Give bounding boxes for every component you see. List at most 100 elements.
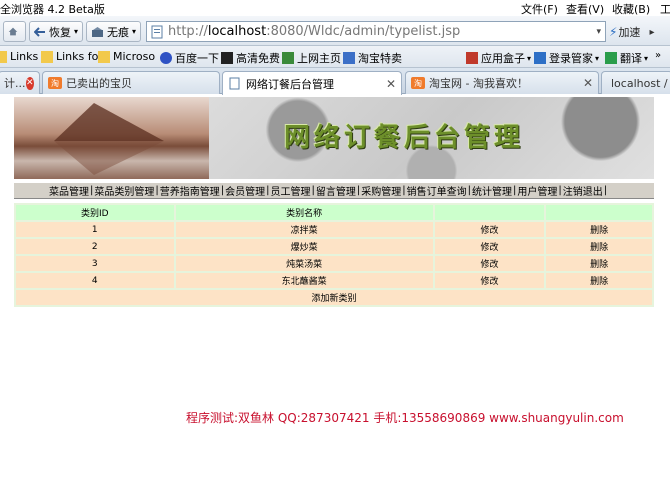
tab-label: 淘宝网 - 淘我喜欢！ (429, 77, 528, 90)
nav-user-management[interactable]: 用户管理 (517, 183, 557, 198)
bookmark-links-fo[interactable]: Links fo (41, 50, 98, 63)
speed-label: 加速 (618, 26, 641, 39)
table-row: 4 东北蘸酱菜 修改 删除 (16, 273, 652, 288)
cell-id: 1 (16, 222, 174, 237)
folder-icon (0, 50, 7, 63)
nav-nutrition-guide[interactable]: 营养指南管理 (160, 183, 220, 198)
url-host: localhost (207, 24, 267, 39)
close-icon[interactable]: ✕ (583, 76, 593, 90)
forward-arrow-icon[interactable]: ▸ (649, 27, 654, 38)
home-button[interactable] (3, 21, 26, 42)
add-category-link[interactable]: 添加新类别 (16, 290, 652, 305)
url-prefix: http:// (168, 24, 208, 39)
column-header-id: 类别ID (16, 205, 174, 220)
site-banner: 网络订餐后台管理 (14, 97, 654, 179)
menu-favorites[interactable]: 收藏(B) (612, 1, 650, 17)
bookmark-label: 应用盒子 (481, 52, 525, 65)
bookmark-microsoft[interactable]: Microso (98, 50, 155, 63)
bookmarks-bar: Links Links fo Microso 百度一下 高清免费 上网主页 淘宝… (0, 46, 670, 68)
house-icon (282, 52, 294, 64)
page-icon (151, 25, 163, 38)
tab-label: 网络订餐后台管理 (246, 77, 334, 91)
tab-label: 已卖出的宝贝 (66, 77, 132, 90)
edit-link[interactable]: 修改 (434, 222, 545, 237)
table-header-row: 类别ID 类别名称 (16, 205, 652, 220)
back-button[interactable]: 恢复 ▾ (29, 21, 83, 42)
window-titlebar: 全浏览器 4.2 Beta版 文件(F) 查看(V) 收藏(B) 工 (0, 0, 670, 16)
menu-tools[interactable]: 工 (660, 1, 670, 17)
tab-taobao[interactable]: 淘 淘宝网 - 淘我喜欢！ ✕ (405, 71, 599, 94)
folder-icon (41, 50, 53, 63)
bookmark-translate[interactable]: 翻译 ▾ (605, 50, 648, 66)
bookmark-label: 登录管家 (549, 52, 593, 65)
nav-employee-management[interactable]: 员工管理 (271, 183, 311, 198)
bookmark-hd-free[interactable]: 高清免费 (221, 50, 280, 66)
bookmark-baidu[interactable]: 百度一下 (160, 50, 219, 66)
web-page: 网络订餐后台管理 菜品管理 | 菜品类别管理 | 营养指南管理 | 会员管理 | 员工管… (0, 95, 670, 487)
edit-link[interactable]: 修改 (434, 273, 545, 288)
nav-purchase-management[interactable]: 采购管理 (361, 183, 401, 198)
cell-name: 炖菜汤菜 (175, 256, 433, 271)
taobao-icon: 淘 (411, 77, 425, 89)
nav-sales-order-query[interactable]: 销售订单查询 (407, 183, 467, 198)
back-arrow-icon (34, 26, 45, 37)
close-icon[interactable]: ✕ (386, 77, 396, 91)
address-bar[interactable]: http://localhost:8080/Wldc/admin/typelis… (146, 21, 606, 42)
close-icon[interactable]: ✕ (25, 76, 34, 90)
nav-member-management[interactable]: 会员管理 (225, 183, 265, 198)
bookmark-label: 翻译 (620, 52, 642, 65)
footer-credits: 程序测试:双鱼林 QQ:287307421 手机:13558690869 www… (186, 411, 624, 425)
nav-dish-category-management[interactable]: 菜品类别管理 (94, 183, 154, 198)
cell-name: 爆炒菜 (175, 239, 433, 254)
add-row: 添加新类别 (16, 290, 652, 305)
nav-logout[interactable]: 注销退出 (563, 183, 603, 198)
tab-localhost[interactable]: localhost / lo (601, 71, 670, 94)
chevron-down-icon[interactable]: ▾ (596, 27, 601, 37)
bookmark-taobao-sale[interactable]: 淘宝特卖 (343, 50, 402, 66)
banner-image-left (14, 97, 209, 179)
table-row: 3 炖菜汤菜 修改 删除 (16, 256, 652, 271)
incognito-icon (92, 26, 103, 37)
menu-view[interactable]: 查看(V) (566, 1, 604, 17)
more-bookmarks-button[interactable]: » (655, 50, 661, 61)
column-header-edit (434, 205, 545, 220)
tab-partial[interactable]: 计... ✕ (0, 71, 40, 94)
speed-button[interactable]: ⚡ 加速 ▸ (609, 24, 654, 40)
nav-dish-management[interactable]: 菜品管理 (49, 183, 89, 198)
tab-sold-items[interactable]: 淘 已卖出的宝贝 (42, 71, 220, 94)
edit-link[interactable]: 修改 (434, 256, 545, 271)
url-path: :8080/Wldc/admin/typelist.jsp (266, 24, 461, 39)
delete-link[interactable]: 删除 (546, 256, 652, 271)
menu-file[interactable]: 文件(F) (521, 1, 558, 17)
table-row: 2 爆炒菜 修改 删除 (16, 239, 652, 254)
bookmark-links[interactable]: Links (0, 50, 38, 63)
double-chevron-icon: » (655, 50, 662, 61)
nav-statistics[interactable]: 统计管理 (472, 183, 512, 198)
edit-link[interactable]: 修改 (434, 239, 545, 254)
chevron-down-icon: ▾ (527, 53, 532, 63)
delete-link[interactable]: 删除 (546, 222, 652, 237)
home-icon (8, 27, 18, 36)
bookmark-label: 淘宝特卖 (358, 52, 402, 65)
pyramid-reflection-image (54, 103, 164, 175)
delete-link[interactable]: 删除 (546, 239, 652, 254)
category-table: 类别ID 类别名称 1 凉拌菜 修改 删除 2 爆炒菜 修改 删除 3 炖菜汤菜… (14, 203, 654, 307)
chevron-down-icon: ▾ (644, 53, 649, 63)
incognito-button[interactable]: 无痕 ▾ (86, 21, 141, 42)
bookmark-login-manager[interactable]: 登录管家 ▾ (534, 50, 599, 66)
table-row: 1 凉拌菜 修改 删除 (16, 222, 652, 237)
cell-id: 2 (16, 239, 174, 254)
bookmark-home-page[interactable]: 上网主页 (282, 50, 341, 66)
paw-icon (160, 52, 172, 64)
tab-ordering-admin[interactable]: 网络订餐后台管理 ✕ (222, 71, 402, 95)
chevron-down-icon: ▾ (131, 27, 136, 36)
cell-id: 3 (16, 256, 174, 271)
nav-message-management[interactable]: 留言管理 (316, 183, 356, 198)
tab-label: 计... (4, 77, 26, 90)
tab-label: localhost / lo (611, 76, 670, 90)
key-icon (534, 52, 546, 64)
taobao-icon: 淘 (48, 77, 62, 89)
delete-link[interactable]: 删除 (546, 273, 652, 288)
bookmark-app-box[interactable]: 应用盒子 ▾ (466, 50, 531, 66)
grid-icon (466, 52, 478, 64)
